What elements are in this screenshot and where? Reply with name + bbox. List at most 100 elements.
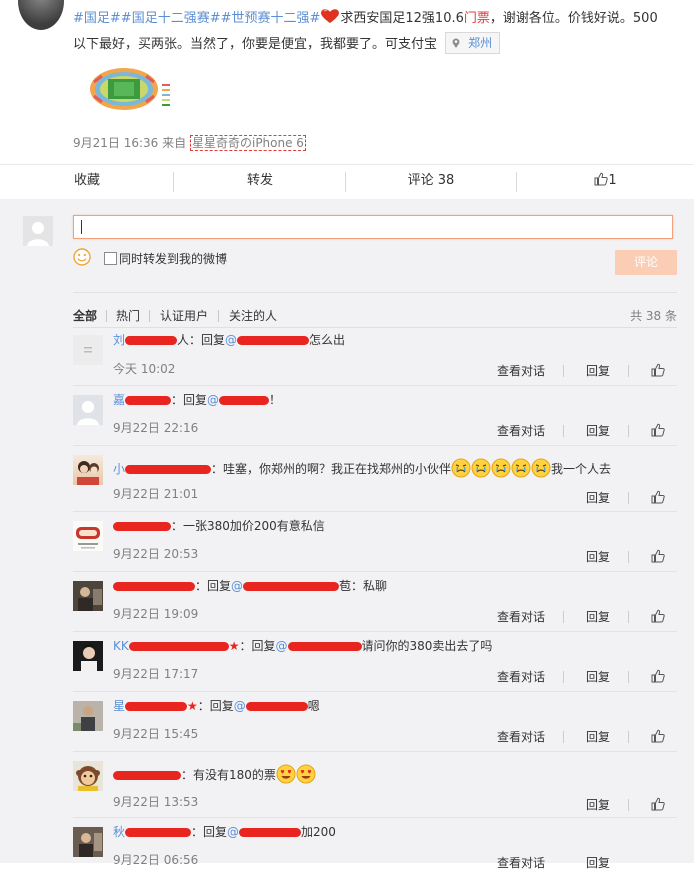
comment-item: ：有没有180的票 9月22日 13:53 回复: [73, 752, 677, 818]
view-conversation-link[interactable]: 查看对话: [497, 422, 545, 439]
author-avatar[interactable]: [18, 0, 64, 30]
mention-link[interactable]: @: [227, 825, 302, 839]
link-divider: [563, 425, 564, 437]
comment-time: 9月22日 21:01: [113, 487, 199, 501]
commenter-name[interactable]: [113, 768, 181, 782]
thumbs-up-icon[interactable]: [651, 797, 665, 811]
forward-checkbox[interactable]: [104, 252, 117, 265]
reply-link[interactable]: 回复: [586, 548, 610, 565]
thumbs-up-icon[interactable]: [651, 669, 665, 683]
my-avatar[interactable]: [23, 216, 53, 246]
commenter-avatar[interactable]: [73, 827, 103, 857]
commenter-avatar[interactable]: [73, 761, 103, 791]
mention-link[interactable]: @: [225, 333, 310, 347]
star-badge: ★: [187, 699, 198, 713]
post-body-b: ，谢谢各位。价钱好说。500: [489, 11, 658, 26]
redaction-mark: [113, 771, 181, 780]
stadium-seat-map-image[interactable]: [88, 64, 176, 116]
reply-link[interactable]: 回复: [586, 796, 610, 813]
collect-button[interactable]: 收藏: [0, 165, 174, 199]
commenter-name[interactable]: 嘉: [113, 393, 172, 407]
link-divider: [628, 492, 629, 504]
reply-link[interactable]: 回复: [586, 668, 610, 685]
comment-time: 9月22日 15:45: [113, 727, 199, 741]
commenter-name[interactable]: KK: [113, 639, 229, 653]
commenter-avatar[interactable]: [73, 521, 103, 551]
thumbs-up-icon[interactable]: [651, 363, 665, 377]
post-source[interactable]: 星星奇奇のiPhone 6: [189, 135, 306, 151]
reply-link[interactable]: 回复: [586, 362, 610, 379]
mention-link[interactable]: @: [207, 393, 270, 407]
commenter-avatar[interactable]: [73, 455, 103, 485]
reply-link[interactable]: 回复: [586, 422, 610, 439]
commenter-avatar[interactable]: [73, 641, 103, 671]
redaction-mark: [113, 522, 171, 531]
hashtag-12qiang[interactable]: #国足十二强赛#: [121, 11, 221, 26]
commenter-name[interactable]: 星: [113, 699, 188, 713]
tab-divider: [218, 310, 219, 322]
comment-text: 刘人：回复@ 怎么出: [113, 333, 346, 347]
commenter-avatar[interactable]: [73, 581, 103, 611]
commenter-avatar[interactable]: [73, 395, 103, 425]
link-divider: [628, 425, 629, 437]
commenter-avatar[interactable]: [73, 335, 103, 365]
link-divider: [563, 611, 564, 623]
submit-comment-button[interactable]: 评论: [615, 250, 677, 275]
profile-photo: [73, 581, 103, 611]
thumbs-up-icon[interactable]: [651, 423, 665, 437]
commenter-name[interactable]: 秋: [113, 825, 192, 839]
view-conversation-link[interactable]: 查看对话: [497, 668, 545, 685]
post-body-line2: 以下最好，买两张。当然了，你要是便宜，我都要了。可支付宝: [73, 37, 438, 52]
reply-link[interactable]: 回复: [586, 608, 610, 625]
location-tag[interactable]: 郑州: [445, 32, 501, 54]
link-divider: [628, 365, 629, 377]
view-conversation-link[interactable]: 查看对话: [497, 362, 545, 379]
redaction-mark: [219, 396, 270, 405]
redaction-mark: [125, 396, 172, 405]
tab-verified[interactable]: 认证用户: [160, 307, 208, 324]
commenter-name[interactable]: [113, 579, 195, 593]
thumbs-up-icon[interactable]: [651, 549, 665, 563]
post-time[interactable]: 9月21日 16:36: [73, 136, 158, 150]
comment-input[interactable]: [73, 215, 673, 239]
link-divider: [628, 799, 629, 811]
default-user-icon: [27, 222, 49, 246]
ticket-link[interactable]: 门票: [464, 11, 490, 26]
hashtag-shiyusai[interactable]: #世预赛十二强#: [221, 11, 321, 26]
commenter-name[interactable]: [113, 519, 171, 533]
redaction-mark: [125, 828, 192, 837]
like-button[interactable]: 1: [517, 165, 694, 199]
mention-link[interactable]: @: [276, 639, 362, 653]
tab-following[interactable]: 关注的人: [229, 307, 277, 324]
thumbs-up-icon[interactable]: [651, 490, 665, 504]
tab-hot[interactable]: 热门: [116, 307, 140, 324]
view-conversation-link[interactable]: 查看对话: [497, 728, 545, 745]
reply-link[interactable]: 回复: [586, 728, 610, 745]
thumbs-up-icon[interactable]: [651, 729, 665, 743]
comment-text: 小：哇塞，你郑州的啊？我正在找郑州的小伙伴 我一个人去: [113, 458, 611, 478]
mention-link[interactable]: @: [234, 699, 308, 713]
collect-label: 收藏: [73, 173, 100, 188]
default-user-icon: [77, 401, 99, 425]
avatar-placeholder-icon: [84, 347, 92, 353]
view-conversation-link[interactable]: 查看对话: [497, 608, 545, 625]
commenter-name[interactable]: 小: [113, 462, 212, 476]
link-divider: [563, 671, 564, 683]
repost-button[interactable]: 转发: [174, 165, 346, 199]
mention-link[interactable]: @: [231, 579, 340, 593]
crying-face-icons: [451, 458, 551, 478]
commenter-name[interactable]: 刘: [113, 333, 178, 347]
hashtag-guozu[interactable]: #国足#: [73, 11, 121, 26]
commenter-avatar[interactable]: [73, 701, 103, 731]
from-label: 来自: [162, 136, 187, 150]
smile-icon[interactable]: [73, 248, 91, 266]
redaction-mark: [128, 642, 229, 651]
comment-button[interactable]: 评论 38: [346, 165, 516, 199]
weibo-post: #国足##国足十二强赛##世预赛十二强# 求西安国足12强10.6门票，谢谢各位。…: [0, 0, 694, 200]
reply-link[interactable]: 回复: [586, 489, 610, 506]
tab-all[interactable]: 全部: [73, 307, 97, 324]
profile-photo: [73, 701, 103, 731]
like-count: 1: [608, 173, 617, 188]
thumbs-up-icon[interactable]: [651, 609, 665, 623]
link-divider: [628, 731, 629, 743]
